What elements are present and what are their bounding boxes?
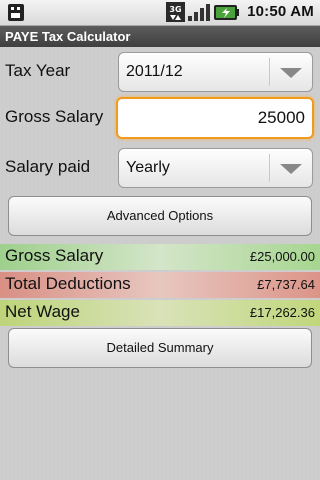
status-time: 10:50 AM: [247, 3, 314, 20]
result-label: Net Wage: [5, 302, 80, 321]
spinner-divider: [269, 154, 270, 182]
gross-salary-label: Gross Salary: [5, 107, 104, 126]
result-amount: £25,000.00: [249, 249, 315, 264]
result-label: Gross Salary: [5, 246, 104, 265]
signal-icon: [188, 4, 210, 21]
tax-year-spinner[interactable]: 2011/12: [118, 52, 313, 92]
salary-paid-spinner[interactable]: Yearly: [118, 148, 313, 188]
result-label: Total Deductions: [5, 274, 131, 293]
gross-salary-input[interactable]: 25000: [116, 97, 314, 139]
svg-text:3G: 3G: [169, 5, 181, 14]
chevron-down-icon: [280, 164, 302, 174]
3g-icon: 3G: [166, 2, 185, 22]
spinner-divider: [269, 58, 270, 86]
result-amount: £17,262.36: [249, 305, 315, 320]
salary-paid-label: Salary paid: [5, 157, 91, 176]
detailed-summary-button[interactable]: Detailed Summary: [8, 328, 312, 368]
tax-year-value: 2011/12: [126, 63, 183, 80]
app-title: PAYE Tax Calculator: [0, 26, 320, 47]
result-net-wage: Net Wage £17,262.36: [0, 300, 320, 326]
salary-paid-value: Yearly: [126, 159, 170, 176]
battery-charging-icon: [214, 5, 239, 20]
tax-year-label: Tax Year: [5, 61, 71, 80]
usb-debug-icon: [8, 4, 24, 21]
advanced-options-button[interactable]: Advanced Options: [8, 196, 312, 236]
chevron-down-icon: [280, 68, 302, 78]
result-total-deductions: Total Deductions £7,737.64: [0, 272, 320, 298]
result-amount: £7,737.64: [257, 277, 315, 292]
status-bar: 3G 10:50 AM: [0, 0, 320, 26]
result-gross-salary: Gross Salary £25,000.00: [0, 244, 320, 270]
